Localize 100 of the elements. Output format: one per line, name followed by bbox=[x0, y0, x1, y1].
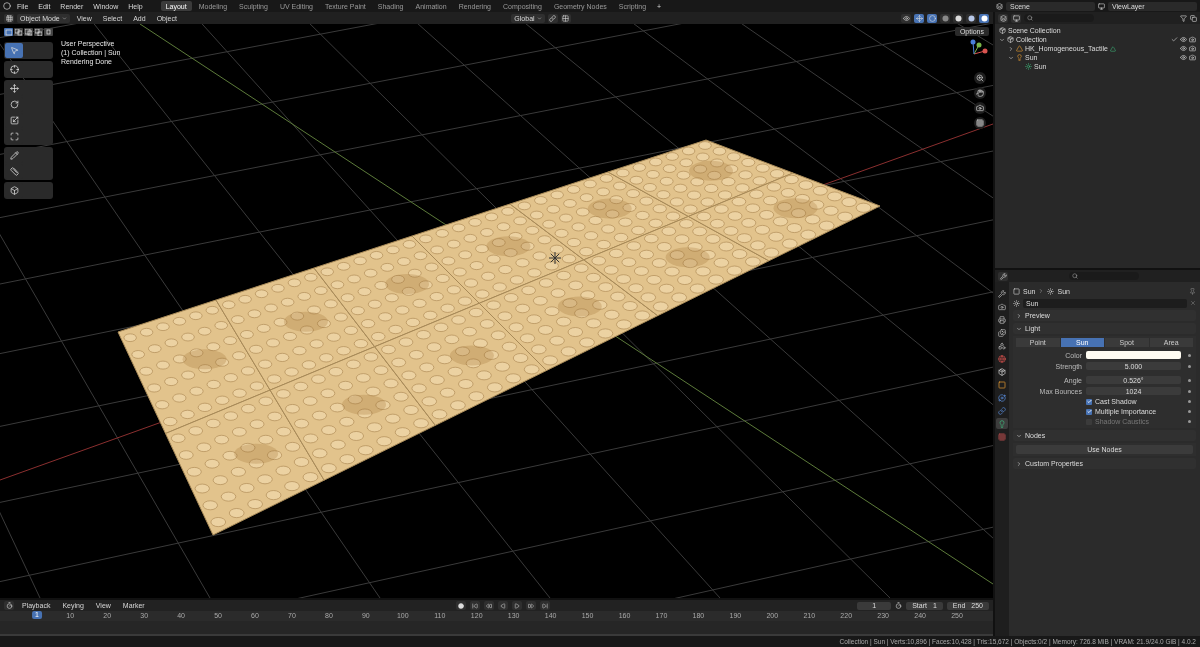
filter-icon bbox=[1180, 14, 1187, 22]
keyframe-dot-icon[interactable] bbox=[1187, 389, 1191, 393]
jump-end-button[interactable] bbox=[539, 601, 550, 610]
eye-icon bbox=[1180, 45, 1187, 52]
keyframe-dot-icon[interactable] bbox=[1187, 400, 1191, 403]
shading-mode-button[interactable] bbox=[953, 13, 963, 23]
chevron-icon bbox=[1038, 288, 1045, 294]
lightbulb-tab[interactable] bbox=[996, 418, 1008, 429]
transform-icon bbox=[9, 132, 19, 141]
display-mode-button[interactable] bbox=[1011, 13, 1021, 23]
gizmo-button[interactable] bbox=[914, 13, 924, 23]
link-icon bbox=[549, 14, 557, 22]
checkbox[interactable] bbox=[1086, 398, 1092, 405]
pin-icon bbox=[1189, 287, 1196, 295]
new-collection-icon bbox=[1190, 14, 1197, 22]
select-mode-button[interactable] bbox=[4, 28, 13, 36]
eye-icon bbox=[1180, 36, 1187, 43]
color-swatch[interactable] bbox=[1086, 351, 1181, 359]
checkbox[interactable] bbox=[1086, 408, 1092, 415]
play-reverse-button[interactable] bbox=[497, 601, 508, 610]
rotate-icon bbox=[9, 100, 19, 109]
editor-type-button[interactable] bbox=[4, 601, 14, 610]
sun-icon bbox=[1047, 287, 1055, 295]
overlay-button[interactable] bbox=[927, 13, 937, 23]
triangle-icon bbox=[1016, 45, 1023, 52]
squares-icon bbox=[45, 28, 52, 36]
select-mode-button[interactable] bbox=[34, 28, 43, 36]
search-field[interactable] bbox=[1024, 14, 1094, 22]
previous-keyframe-button[interactable] bbox=[483, 601, 494, 610]
sun-icon bbox=[1013, 299, 1020, 307]
orbit-tab[interactable] bbox=[996, 392, 1008, 403]
squares-icon bbox=[5, 28, 12, 36]
select-icon bbox=[9, 46, 19, 55]
images-tab[interactable] bbox=[996, 327, 1008, 338]
keyframe-dot-icon[interactable] bbox=[1187, 378, 1191, 382]
circle-icon bbox=[928, 14, 936, 22]
monitor-icon bbox=[1012, 14, 1020, 22]
triangle-icon bbox=[1109, 45, 1116, 52]
keyframe-dot-icon[interactable] bbox=[1187, 353, 1191, 357]
measure-icon bbox=[9, 167, 19, 176]
squares-icon bbox=[25, 28, 32, 36]
rewind-icon bbox=[485, 602, 492, 609]
orbit-icon bbox=[998, 393, 1006, 402]
shapes-tab[interactable] bbox=[996, 340, 1008, 351]
globe-tab[interactable] bbox=[996, 353, 1008, 364]
squares-icon bbox=[15, 28, 22, 36]
camera-icon bbox=[1189, 36, 1196, 43]
keyframe-dot-icon[interactable] bbox=[1187, 364, 1191, 368]
hand-icon bbox=[976, 89, 984, 97]
wrench-tab[interactable] bbox=[996, 288, 1008, 299]
search-icon bbox=[1072, 273, 1078, 279]
camera-icon bbox=[1189, 54, 1196, 61]
eye-icon bbox=[1180, 54, 1187, 61]
pan-hand-button[interactable] bbox=[974, 87, 986, 99]
globe-icon bbox=[998, 354, 1006, 363]
sun-icon bbox=[1025, 63, 1032, 70]
shading-mode-button[interactable] bbox=[966, 13, 976, 23]
next-keyframe-button[interactable] bbox=[525, 601, 536, 610]
lightbulb-icon bbox=[998, 419, 1006, 428]
annotate-icon bbox=[9, 151, 19, 160]
stopwatch-icon bbox=[895, 602, 903, 609]
skip-forward-icon bbox=[541, 602, 548, 609]
close-icon bbox=[1190, 300, 1196, 306]
magnifier-icon bbox=[976, 74, 984, 82]
move-icon bbox=[9, 84, 19, 93]
select-mode-button[interactable] bbox=[14, 28, 23, 36]
square-icon bbox=[998, 380, 1006, 389]
search-field[interactable] bbox=[1069, 272, 1139, 280]
select-mode-button[interactable] bbox=[44, 28, 53, 36]
pivot-button[interactable] bbox=[547, 13, 558, 23]
camera-view-button[interactable] bbox=[974, 102, 986, 114]
camera-icon bbox=[1189, 45, 1196, 52]
shading-mode-button[interactable] bbox=[979, 13, 989, 23]
printer-icon bbox=[998, 315, 1006, 324]
camera-icon bbox=[998, 302, 1006, 311]
record-button[interactable] bbox=[455, 601, 466, 610]
stopwatch-icon bbox=[5, 602, 13, 609]
lightbulb-icon bbox=[1016, 54, 1023, 61]
jump-start-button[interactable] bbox=[469, 601, 480, 610]
caret-icon bbox=[536, 15, 542, 21]
play-button[interactable] bbox=[511, 601, 522, 610]
shapes-icon bbox=[998, 341, 1006, 350]
keyframe-dot-icon[interactable] bbox=[1187, 410, 1191, 413]
record-dot-icon bbox=[457, 602, 464, 609]
package-tab[interactable] bbox=[996, 366, 1008, 377]
eye-icon bbox=[902, 14, 910, 22]
printer-tab[interactable] bbox=[996, 314, 1008, 325]
select-mode-button[interactable] bbox=[24, 28, 33, 36]
square-tab[interactable] bbox=[996, 379, 1008, 390]
camera-tab[interactable] bbox=[996, 301, 1008, 312]
keyframe-dot-icon[interactable] bbox=[1187, 420, 1191, 423]
sun-origin-icon bbox=[548, 251, 562, 265]
editor-type-button[interactable] bbox=[998, 271, 1008, 281]
visibility-button[interactable] bbox=[901, 13, 911, 23]
select-tool-button[interactable] bbox=[5, 43, 23, 58]
editor-type-button[interactable] bbox=[998, 13, 1008, 23]
wrench-icon bbox=[999, 272, 1007, 280]
search-icon bbox=[1027, 15, 1033, 21]
zoom-button[interactable] bbox=[974, 72, 986, 84]
move-arrows-icon bbox=[915, 14, 923, 22]
